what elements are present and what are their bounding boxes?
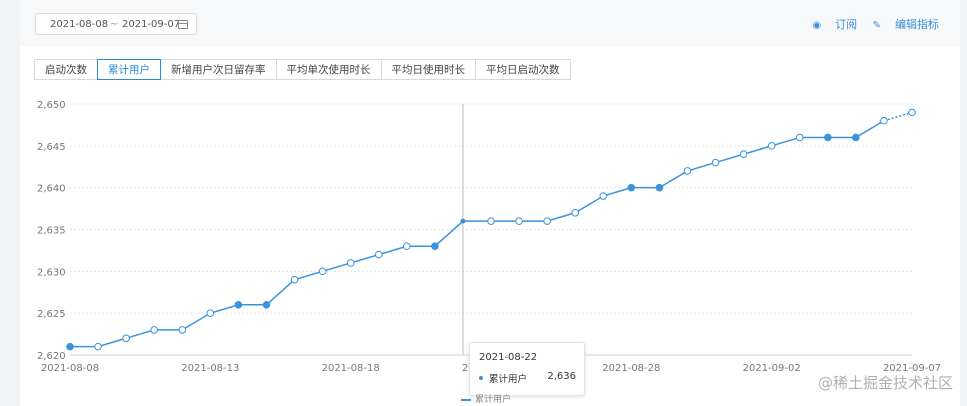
data-point — [234, 301, 243, 309]
data-point — [66, 342, 74, 351]
data-point — [880, 116, 888, 125]
data-point-active — [460, 218, 466, 224]
series-line-forecast — [883, 111, 913, 122]
data-point — [150, 326, 158, 334]
data-point — [262, 301, 271, 309]
chart-legend[interactable]: 累计用户 — [461, 392, 511, 406]
data-point — [374, 250, 383, 259]
chart-tooltip: 2021-08-22 累计用户 2,636 — [469, 342, 585, 396]
y-tick-label: 2,645 — [37, 142, 66, 153]
tooltip-date: 2021-08-22 — [479, 352, 538, 363]
y-tick-label: 2,635 — [37, 226, 66, 237]
data-point — [543, 217, 551, 225]
tooltip-series-marker — [479, 376, 483, 380]
data-point — [739, 150, 748, 158]
x-tick-label: 2021-08-08 — [41, 363, 99, 374]
data-point — [431, 242, 439, 251]
data-point — [627, 183, 636, 192]
tooltip-series-name: 累计用户 — [489, 374, 528, 385]
y-tick-label: 2,640 — [37, 184, 66, 195]
data-point — [403, 242, 411, 251]
y-tick-label: 2,630 — [37, 267, 66, 278]
data-point — [767, 142, 776, 150]
x-tick-label: 2021-08-18 — [322, 363, 380, 374]
data-point — [655, 183, 664, 192]
x-tick-label: 2021-08-13 — [181, 363, 239, 374]
data-point — [795, 133, 804, 142]
legend-line-marker — [461, 398, 471, 401]
data-point — [346, 259, 355, 267]
x-tick-label: 2021-09-02 — [743, 363, 801, 374]
data-point — [318, 267, 327, 276]
data-point — [683, 167, 692, 175]
data-point — [571, 208, 580, 217]
data-point — [290, 275, 299, 284]
data-point — [515, 217, 523, 225]
y-tick-label: 2,650 — [37, 100, 66, 111]
series-line — [70, 120, 885, 348]
data-point — [206, 309, 215, 317]
data-point — [178, 326, 187, 334]
y-tick-label: 2,620 — [37, 351, 66, 362]
data-point — [599, 192, 608, 200]
data-point — [122, 334, 130, 343]
data-point — [852, 133, 860, 142]
x-tick-label: 2021-08-28 — [602, 363, 660, 374]
tab-cumulative-users[interactable]: 累计用户 — [97, 59, 161, 80]
data-point — [94, 342, 102, 351]
data-point — [908, 108, 916, 117]
legend-series-name: 累计用户 — [475, 395, 512, 405]
y-tick-label: 2,625 — [37, 309, 66, 320]
watermark: @稀土掘金技术社区 — [817, 374, 953, 392]
data-point — [824, 133, 832, 142]
tooltip-value: 2,636 — [547, 371, 576, 382]
data-point — [711, 158, 720, 167]
data-point — [487, 217, 495, 225]
